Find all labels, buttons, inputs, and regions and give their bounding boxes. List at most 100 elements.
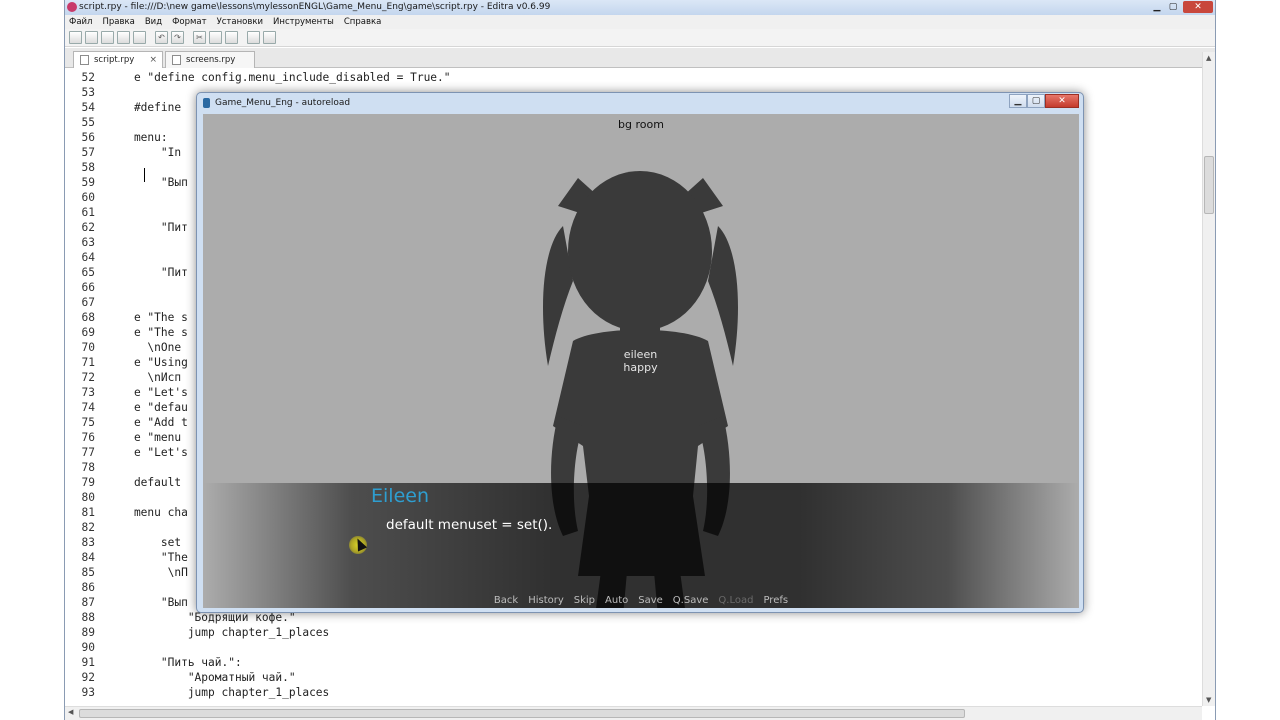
line-number: 66 <box>81 281 95 294</box>
quick-menu-save[interactable]: Save <box>638 595 663 606</box>
save-all-icon[interactable] <box>117 31 130 44</box>
line-number: 82 <box>81 521 95 534</box>
line-number: 64 <box>81 251 95 264</box>
text-caret <box>144 168 145 182</box>
copy-icon[interactable] <box>209 31 222 44</box>
game-title-text: Game_Menu_Eng - autoreload <box>215 98 351 108</box>
line-number: 53 <box>81 86 95 99</box>
code-text: e "Let's <box>107 386 188 399</box>
line-number: 52 <box>81 71 95 84</box>
sprite-label-expression: happy <box>623 361 658 374</box>
line-number: 93 <box>81 686 95 699</box>
editra-close-button[interactable]: ✕ <box>1183 1 1213 13</box>
code-text: "Пит <box>107 221 188 234</box>
code-text: \nП <box>107 566 188 579</box>
scrollbar-thumb[interactable] <box>1204 156 1214 214</box>
find-icon[interactable] <box>247 31 260 44</box>
editra-title-bar[interactable]: script.rpy - file:///D:\new game\lessons… <box>65 0 1215 15</box>
line-number: 65 <box>81 266 95 279</box>
redo-icon[interactable]: ↷ <box>171 31 184 44</box>
code-line[interactable]: 93 jump chapter_1_places <box>65 685 1202 700</box>
code-text: \nИсп <box>107 371 182 384</box>
code-text: "Ароматный чай." <box>107 671 296 684</box>
menu-edit[interactable]: Правка <box>102 15 134 29</box>
quick-menu-skip[interactable]: Skip <box>574 595 595 606</box>
code-text: e "menu <box>107 431 182 444</box>
line-number: 77 <box>81 446 95 459</box>
line-number: 59 <box>81 176 95 189</box>
close-tab-icon[interactable]: × <box>149 52 157 68</box>
line-number: 72 <box>81 371 95 384</box>
quick-menu-back[interactable]: Back <box>494 595 518 606</box>
menu-view[interactable]: Вид <box>145 15 162 29</box>
code-text: "Вып <box>107 596 188 609</box>
code-text: e "Add t <box>107 416 188 429</box>
code-text: jump chapter_1_places <box>107 686 330 699</box>
code-text: e "The s <box>107 326 188 339</box>
menu-settings[interactable]: Установки <box>217 15 263 29</box>
code-line[interactable]: 90 <box>65 640 1202 655</box>
replace-icon[interactable] <box>263 31 276 44</box>
quick-menu-history[interactable]: History <box>528 595 564 606</box>
menu-tools[interactable]: Инструменты <box>273 15 334 29</box>
line-number: 67 <box>81 296 95 309</box>
scroll-left-icon[interactable]: ◀ <box>68 708 73 716</box>
editra-maximize-button[interactable]: ▢ <box>1165 1 1181 13</box>
open-folder-icon[interactable] <box>85 31 98 44</box>
paste-icon[interactable] <box>225 31 238 44</box>
tab-screens-rpy[interactable]: screens.rpy <box>165 51 255 68</box>
line-number: 80 <box>81 491 95 504</box>
file-icon <box>80 55 89 65</box>
scroll-up-icon[interactable]: ▲ <box>1206 54 1211 62</box>
menu-help[interactable]: Справка <box>344 15 381 29</box>
line-number: 92 <box>81 671 95 684</box>
tab-script-rpy[interactable]: script.rpy × <box>73 51 163 68</box>
menu-format[interactable]: Формат <box>172 15 207 29</box>
horizontal-scrollbar[interactable]: ◀ <box>65 706 1202 720</box>
line-number: 69 <box>81 326 95 339</box>
line-number: 81 <box>81 506 95 519</box>
game-maximize-button[interactable]: ▢ <box>1027 94 1045 108</box>
quick-menu-auto[interactable]: Auto <box>605 595 628 606</box>
menu-file[interactable]: Файл <box>69 15 92 29</box>
new-file-icon[interactable] <box>69 31 82 44</box>
code-line[interactable]: 89 jump chapter_1_places <box>65 625 1202 640</box>
print-icon[interactable] <box>133 31 146 44</box>
scroll-down-icon[interactable]: ▼ <box>1206 696 1211 704</box>
line-number: 79 <box>81 476 95 489</box>
code-text: e "define config.menu_include_disabled =… <box>107 71 451 84</box>
undo-icon[interactable]: ↶ <box>155 31 168 44</box>
line-number: 55 <box>81 116 95 129</box>
vertical-scrollbar[interactable]: ▲ ▼ <box>1202 52 1215 706</box>
line-number: 70 <box>81 341 95 354</box>
code-line[interactable]: 52 e "define config.menu_include_disable… <box>65 70 1202 85</box>
game-close-button[interactable]: ✕ <box>1045 94 1079 108</box>
code-text: "The <box>107 551 188 564</box>
save-icon[interactable] <box>101 31 114 44</box>
quick-menu-prefs[interactable]: Prefs <box>763 595 788 606</box>
line-number: 57 <box>81 146 95 159</box>
game-title-bar[interactable]: Game_Menu_Eng - autoreload <box>197 93 1083 113</box>
code-text: #define <box>107 101 182 114</box>
quick-menu-q-save[interactable]: Q.Save <box>673 595 709 606</box>
dialogue-text: default menuset = set(). <box>386 517 553 533</box>
line-number: 73 <box>81 386 95 399</box>
line-number: 88 <box>81 611 95 624</box>
line-number: 90 <box>81 641 95 654</box>
sprite-label: eileen happy <box>523 348 758 374</box>
code-text: "Вып <box>107 176 188 189</box>
renpy-app-icon <box>203 98 210 108</box>
quick-menu-q-load: Q.Load <box>718 595 754 606</box>
game-viewport[interactable]: bg room eileen happy Eileen default menu… <box>203 114 1079 608</box>
code-line[interactable]: 91 "Пить чай.": <box>65 655 1202 670</box>
code-line[interactable]: 92 "Ароматный чай." <box>65 670 1202 685</box>
speaker-name: Eileen <box>371 485 429 507</box>
game-minimize-button[interactable]: ▁ <box>1009 94 1027 108</box>
scrollbar-thumb[interactable] <box>79 709 965 718</box>
background-label: bg room <box>618 118 664 131</box>
editra-minimize-button[interactable]: ▁ <box>1149 1 1165 13</box>
cut-icon[interactable]: ✂ <box>193 31 206 44</box>
dialogue-textbox[interactable]: Eileen default menuset = set(). <box>203 483 1079 608</box>
code-text: "Пит <box>107 266 188 279</box>
code-text: jump chapter_1_places <box>107 626 330 639</box>
